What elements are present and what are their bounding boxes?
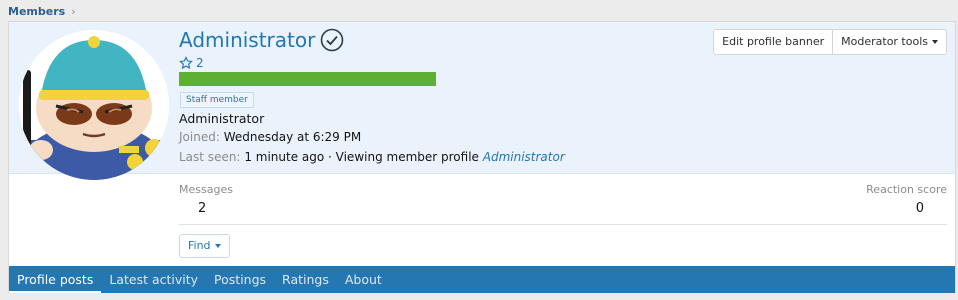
joined-value: Wednesday at 6:29 PM <box>223 130 362 144</box>
tab-ratings[interactable]: Ratings <box>274 266 337 293</box>
rank-indicator: 2 <box>179 56 204 70</box>
edit-banner-label: Edit profile banner <box>722 35 825 48</box>
profile-title-row: Administrator <box>179 28 344 52</box>
profile-actions: Edit profile banner Moderator tools <box>713 29 947 55</box>
tab-about[interactable]: About <box>337 266 390 293</box>
caret-down-icon <box>214 244 221 248</box>
tab-postings[interactable]: Postings <box>206 266 274 293</box>
find-label: Find <box>188 239 211 252</box>
edit-profile-banner-button[interactable]: Edit profile banner <box>714 30 832 54</box>
staff-badge: Staff member <box>180 92 254 108</box>
avatar[interactable] <box>19 30 169 180</box>
joined-label: Joined: <box>179 130 220 144</box>
user-role: Administrator <box>179 111 265 126</box>
rank-value: 2 <box>196 56 204 70</box>
last-seen-info: Last seen: 1 minute ago · Viewing member… <box>179 150 565 164</box>
star-outline-icon <box>179 56 193 70</box>
joined-info: Joined: Wednesday at 6:29 PM <box>179 130 361 144</box>
tab-latest-activity[interactable]: Latest activity <box>101 266 206 293</box>
check-circle-icon <box>321 28 344 52</box>
profile-tabs: Profile posts Latest activity Postings R… <box>9 266 955 293</box>
tab-profile-posts[interactable]: Profile posts <box>9 266 102 293</box>
messages-value[interactable]: 2 <box>198 201 206 216</box>
breadcrumb: Members › <box>8 3 76 19</box>
last-seen-link[interactable]: Administrator <box>483 150 565 164</box>
breadcrumb-members[interactable]: Members <box>8 5 65 18</box>
messages-label: Messages <box>179 183 233 196</box>
moderator-tools-label: Moderator tools <box>841 35 928 48</box>
last-seen-value: 1 minute ago · Viewing member profile <box>244 150 479 164</box>
moderator-tools-button[interactable]: Moderator tools <box>832 30 946 54</box>
last-seen-label: Last seen: <box>179 150 241 164</box>
caret-down-icon <box>932 40 938 44</box>
profile-username: Administrator <box>179 28 316 52</box>
reaction-score-value: 0 <box>915 201 924 216</box>
find-button[interactable]: Find <box>179 234 230 258</box>
xp-progress-bar <box>179 72 436 86</box>
profile-card: Administrator 2 Staff member Administrat… <box>8 21 956 293</box>
chevron-right-icon: › <box>71 4 76 18</box>
reaction-score-label: Reaction score <box>866 183 947 196</box>
stats-divider <box>179 224 947 225</box>
